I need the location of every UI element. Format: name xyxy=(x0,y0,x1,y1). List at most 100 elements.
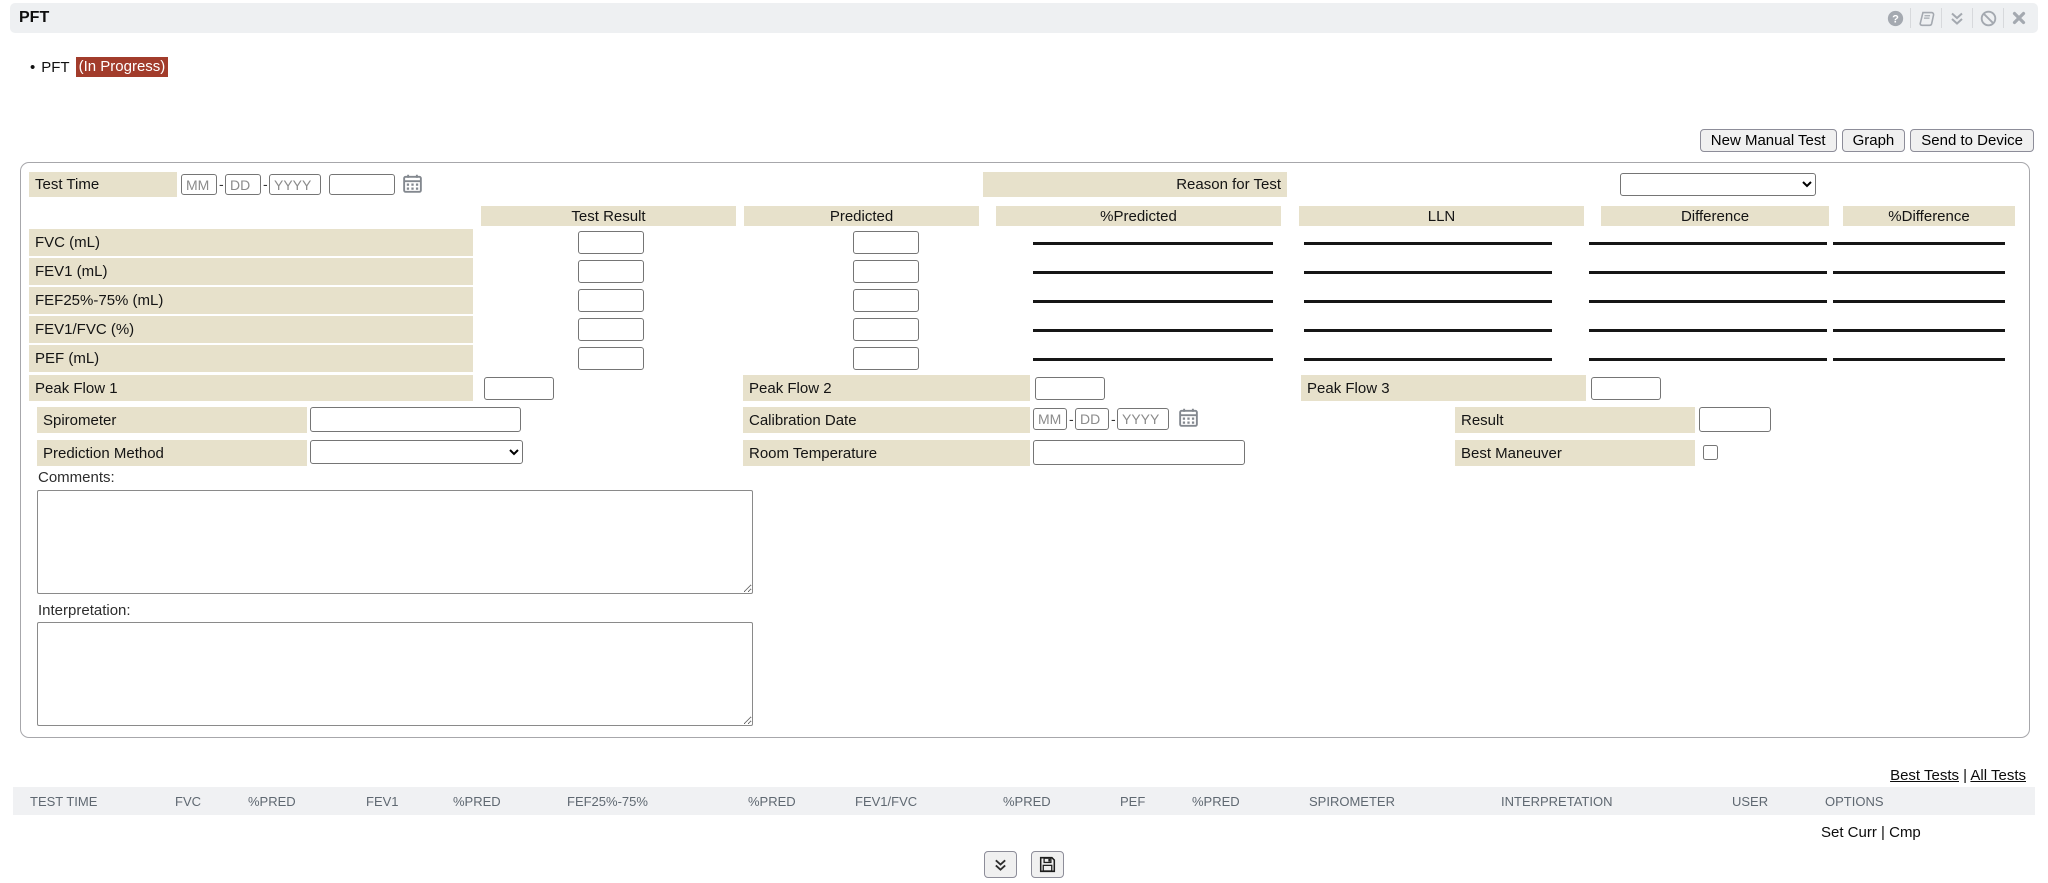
collapse-icon[interactable] xyxy=(1942,3,1972,33)
pef-predicted-input[interactable] xyxy=(853,347,919,370)
fvc-pct-predicted-value xyxy=(1033,242,1273,245)
date-separator: - xyxy=(219,176,224,192)
fev1-lln-value xyxy=(1304,271,1552,274)
document-link[interactable]: PFT xyxy=(41,59,69,76)
row-label-fev1: FEV1 (mL) xyxy=(29,258,473,285)
fef25-75-test-result-input[interactable] xyxy=(578,289,644,312)
column-header-lln: LLN xyxy=(1299,206,1584,226)
date-separator: - xyxy=(1111,411,1116,427)
calibration-year-input[interactable] xyxy=(1117,408,1169,430)
fef25-75-pct-predicted-value xyxy=(1033,300,1273,303)
link-separator: | xyxy=(1881,824,1885,841)
bottom-actions xyxy=(0,851,2048,878)
reason-for-test-select[interactable] xyxy=(1620,173,1816,196)
peak-flow-2-input[interactable] xyxy=(1035,377,1105,400)
fef25-75-lln-value xyxy=(1304,300,1552,303)
column-header-test-result: Test Result xyxy=(481,206,736,226)
results-col-pct-pred-1: %PRED xyxy=(248,794,296,809)
all-tests-link[interactable]: All Tests xyxy=(1970,767,2026,784)
results-col-fvc: FVC xyxy=(175,794,201,809)
form-toolbar: New Manual Test Graph Send to Device xyxy=(1700,129,2034,152)
spirometer-input[interactable] xyxy=(310,407,521,432)
save-icon xyxy=(1039,856,1056,873)
peak-flow-3-label: Peak Flow 3 xyxy=(1301,375,1586,401)
peak-flow-2-label: Peak Flow 2 xyxy=(743,375,1030,401)
calibration-date-label: Calibration Date xyxy=(743,407,1030,433)
set-curr-link[interactable]: Set Curr xyxy=(1821,824,1877,841)
fvc-predicted-input[interactable] xyxy=(853,231,919,254)
results-col-interpretation: INTERPRETATION xyxy=(1501,794,1612,809)
best-tests-link[interactable]: Best Tests xyxy=(1890,767,1959,784)
fev1-test-result-input[interactable] xyxy=(578,260,644,283)
test-time-year-input[interactable] xyxy=(269,174,321,195)
save-button[interactable] xyxy=(1031,851,1064,878)
send-to-device-button[interactable]: Send to Device xyxy=(1910,129,2034,152)
fvc-lln-value xyxy=(1304,242,1552,245)
pft-form: Test Time - - Reason for Test Test Resul… xyxy=(20,162,2030,738)
help-icon[interactable]: ? xyxy=(1880,3,1910,33)
fev1-fvc-pct-difference-value xyxy=(1833,329,2005,332)
row-label-fvc: FVC (mL) xyxy=(29,229,473,256)
pef-test-result-input[interactable] xyxy=(578,347,644,370)
link-separator: | xyxy=(1963,767,1967,784)
results-col-user: USER xyxy=(1732,794,1768,809)
column-header-pct-difference: %Difference xyxy=(1843,206,2015,226)
collapse-section-button[interactable] xyxy=(984,851,1017,878)
fef25-75-predicted-input[interactable] xyxy=(853,289,919,312)
row-label-pef: PEF (mL) xyxy=(29,345,473,372)
graph-button[interactable]: Graph xyxy=(1842,129,1906,152)
pft-page: PFT ? • PFT (In Progress) xyxy=(0,0,2048,883)
results-col-pct-pred-5: %PRED xyxy=(1192,794,1240,809)
test-time-label: Test Time xyxy=(29,172,177,197)
fef25-75-difference-value xyxy=(1589,300,1827,303)
calendar-icon[interactable] xyxy=(1179,408,1198,427)
results-col-pct-pred-4: %PRED xyxy=(1003,794,1051,809)
room-temperature-input[interactable] xyxy=(1033,440,1245,465)
interpretation-label: Interpretation: xyxy=(38,602,131,619)
cmp-link[interactable]: Cmp xyxy=(1889,824,1921,841)
column-header-predicted: Predicted xyxy=(744,206,979,226)
best-maneuver-label: Best Maneuver xyxy=(1455,440,1695,466)
pef-difference-value xyxy=(1589,358,1827,361)
test-time-day-input[interactable] xyxy=(225,174,261,195)
fef25-75-pct-difference-value xyxy=(1833,300,2005,303)
calendar-icon[interactable] xyxy=(403,174,422,193)
double-chevron-down-icon xyxy=(993,858,1008,872)
fev1-pct-difference-value xyxy=(1833,271,2005,274)
peak-flow-1-label: Peak Flow 1 xyxy=(29,375,473,401)
date-separator: - xyxy=(263,176,268,192)
test-time-time-input[interactable] xyxy=(329,174,395,195)
results-col-fef25-75: FEF25%-75% xyxy=(567,794,648,809)
fev1-predicted-input[interactable] xyxy=(853,260,919,283)
fev1-fvc-test-result-input[interactable] xyxy=(578,318,644,341)
fev1-fvc-predicted-input[interactable] xyxy=(853,318,919,341)
peak-flow-3-input[interactable] xyxy=(1591,377,1661,400)
notebook-icon[interactable] xyxy=(1911,3,1941,33)
reason-for-test-label: Reason for Test xyxy=(983,172,1287,197)
prediction-method-select[interactable] xyxy=(310,440,523,464)
best-maneuver-checkbox[interactable] xyxy=(1703,445,1718,460)
results-col-test-time: TEST TIME xyxy=(30,794,97,809)
interpretation-textarea[interactable] xyxy=(37,622,753,726)
peak-flow-1-input[interactable] xyxy=(484,377,554,400)
room-temperature-label: Room Temperature xyxy=(743,440,1030,466)
page-title: PFT xyxy=(10,9,49,27)
results-col-fev1: FEV1 xyxy=(366,794,399,809)
comments-label: Comments: xyxy=(38,469,115,486)
test-time-month-input[interactable] xyxy=(181,174,217,195)
row-label-fev1-fvc: FEV1/FVC (%) xyxy=(29,316,473,343)
new-manual-test-button[interactable]: New Manual Test xyxy=(1700,129,1837,152)
calibration-day-input[interactable] xyxy=(1075,408,1109,430)
disable-icon[interactable] xyxy=(1973,3,2003,33)
comments-textarea[interactable] xyxy=(37,490,753,594)
close-icon[interactable] xyxy=(2004,3,2034,33)
document-list-item: • PFT (In Progress) xyxy=(30,57,168,77)
fvc-test-result-input[interactable] xyxy=(578,231,644,254)
results-col-pct-pred-2: %PRED xyxy=(453,794,501,809)
calibration-month-input[interactable] xyxy=(1033,408,1067,430)
title-bar: PFT ? xyxy=(10,3,2038,33)
result-input[interactable] xyxy=(1699,407,1771,432)
date-separator: - xyxy=(1069,411,1074,427)
results-col-pct-pred-3: %PRED xyxy=(748,794,796,809)
results-table-header: TEST TIME FVC %PRED FEV1 %PRED FEF25%-75… xyxy=(13,787,2035,815)
